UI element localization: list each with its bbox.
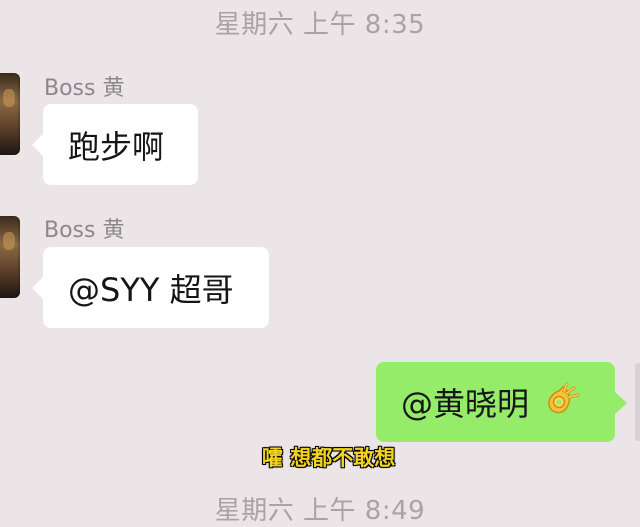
message-text-3: @黄晓明	[401, 385, 530, 423]
chat-timestamp-bottom: 星期六 上午 8:49	[214, 496, 426, 526]
video-subtitle: 嚯 想都不敢想	[262, 446, 396, 470]
chat-timestamp-top: 星期六 上午 8:35	[214, 10, 426, 40]
message-text-1: 跑步啊	[68, 127, 165, 166]
ok-hand-icon	[548, 382, 580, 414]
sender-name-1: Boss 黄	[44, 76, 125, 101]
message-text-2: @SYY 超哥	[68, 270, 234, 309]
sender-name-2: Boss 黄	[44, 218, 125, 243]
sender-avatar-1[interactable]	[0, 73, 20, 155]
message-bubble-1[interactable]: 跑步啊	[32, 104, 198, 185]
message-bubble-3[interactable]: @黄晓明	[376, 362, 627, 442]
message-bubble-2[interactable]: @SYY 超哥	[32, 247, 269, 328]
self-avatar-partial[interactable]	[635, 363, 640, 441]
sender-avatar-2[interactable]	[0, 216, 20, 298]
